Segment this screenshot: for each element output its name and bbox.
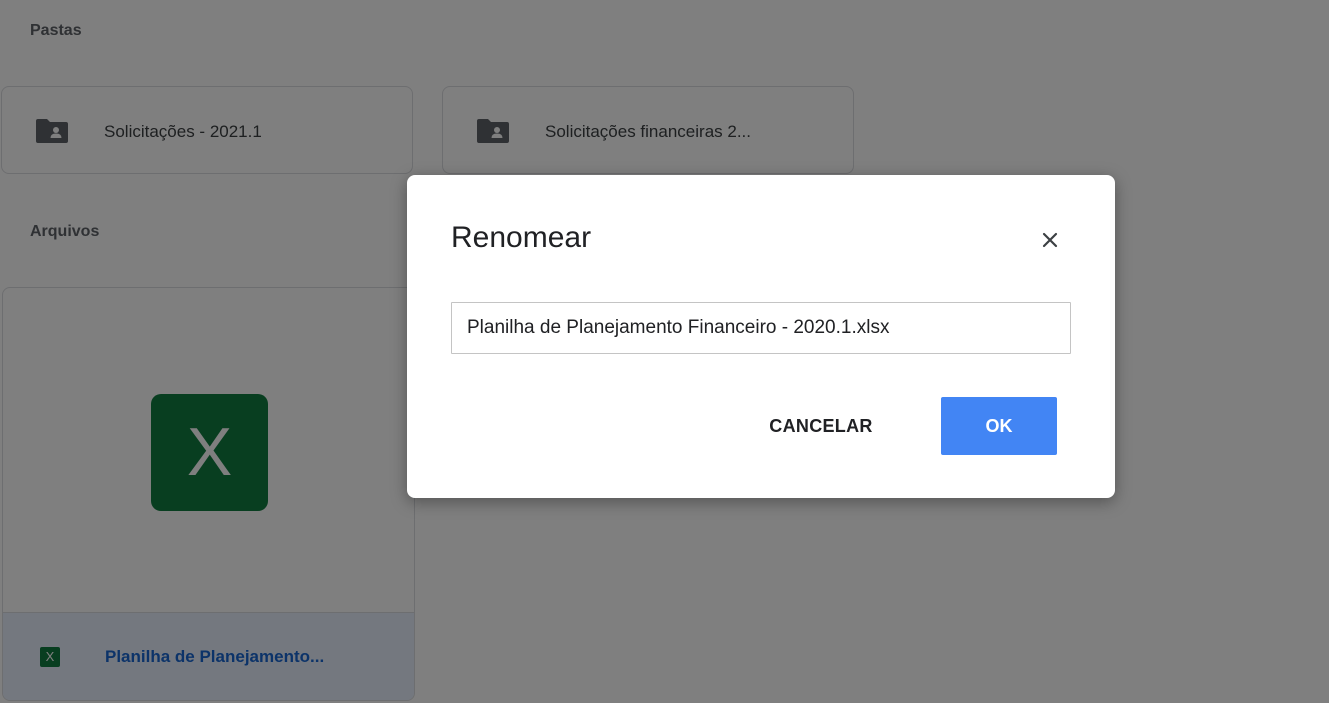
- rename-dialog: Renomear CANCELAR OK: [407, 175, 1115, 498]
- ok-button[interactable]: OK: [941, 397, 1057, 455]
- cancel-button[interactable]: CANCELAR: [743, 397, 899, 455]
- close-icon[interactable]: [1035, 225, 1065, 255]
- dialog-title: Renomear: [451, 221, 592, 254]
- rename-input[interactable]: [451, 302, 1071, 354]
